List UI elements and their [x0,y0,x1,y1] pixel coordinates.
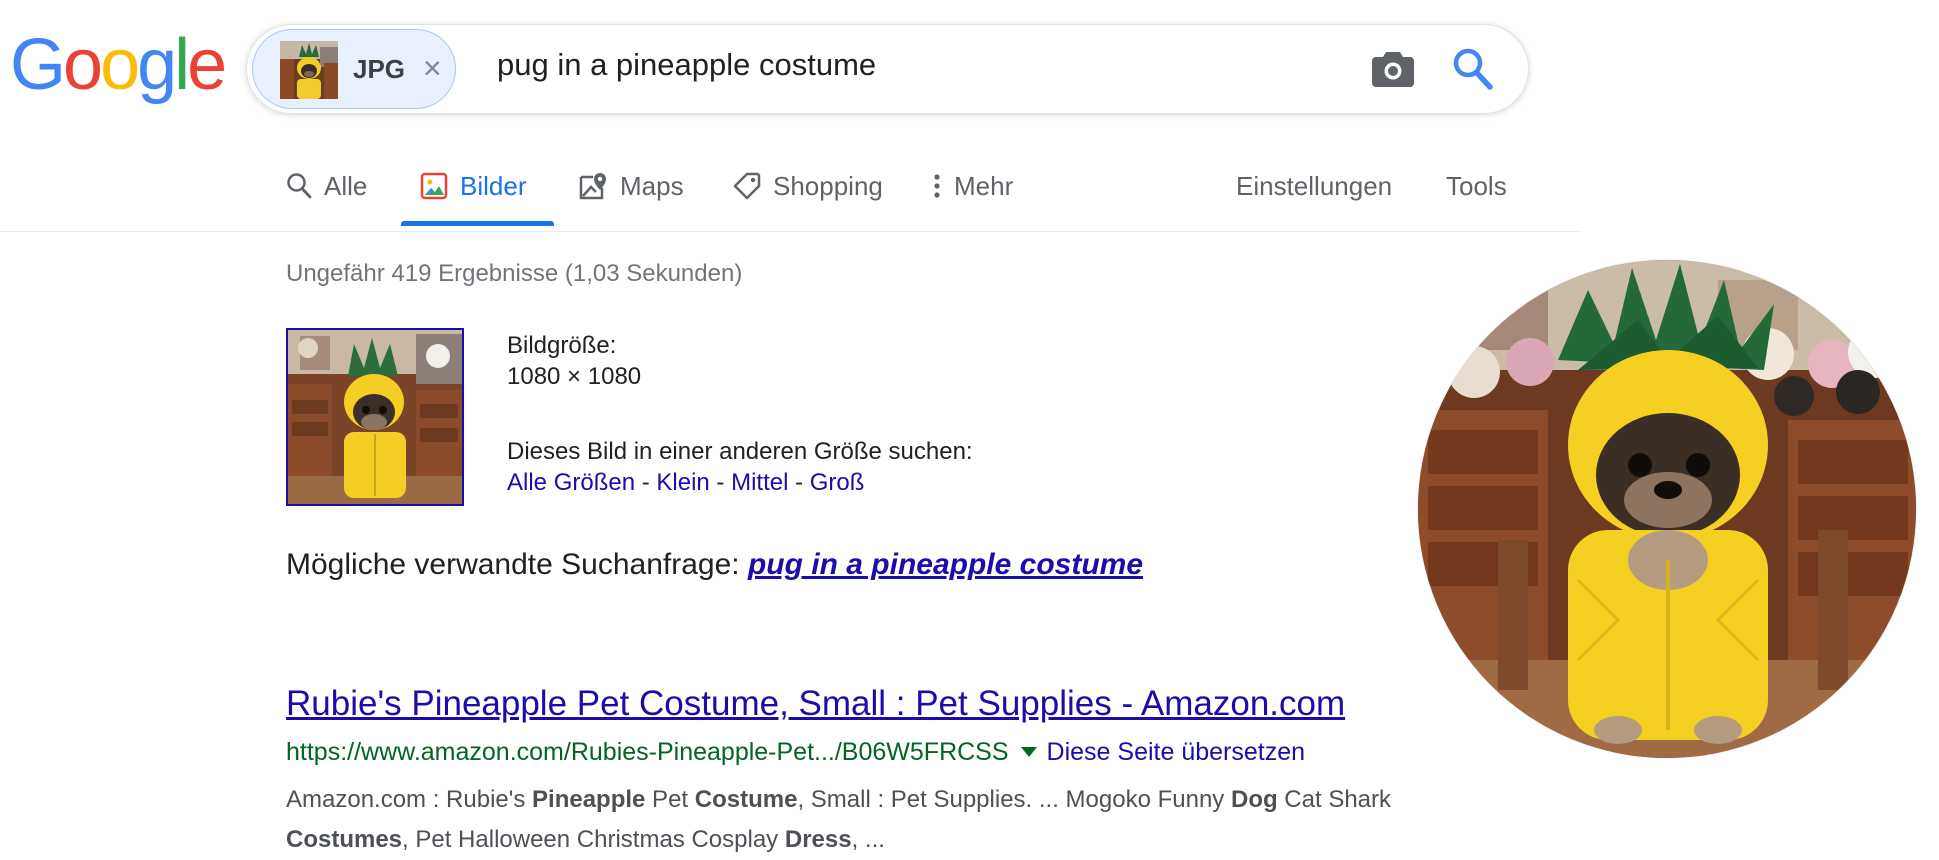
result-title-link[interactable]: Rubie's Pineapple Pet Costume, Small : P… [286,684,1345,724]
caret-down-icon[interactable] [1020,747,1037,758]
tab-einstellungen[interactable]: Einstellungen [1236,166,1392,206]
search-icon[interactable] [1452,47,1494,91]
logo-letter: e [187,25,227,105]
tab-mehr-label: Mehr [954,170,1014,201]
query-image-thumbnail[interactable] [286,328,464,506]
related-search: Mögliche verwandte Suchanfrage: pug in a… [286,548,1143,582]
snippet-text: , ... [851,826,885,853]
size-separator: - [635,469,657,496]
pug-preview-image [1418,260,1916,758]
tab-bilder[interactable]: Bilder [420,166,526,206]
snippet-highlight: Costume [694,786,798,813]
tab-shopping-label: Shopping [773,170,883,201]
snippet-text: , Small : Pet Supplies. ... Mogoko Funny [797,786,1231,813]
snippet-text: Pet [645,786,695,813]
tab-bilder-label: Bilder [460,170,527,201]
search-box[interactable]: JPG × pug in a pineapple costume [246,24,1529,114]
size-separator: - [788,469,810,496]
tab-maps[interactable]: Maps [578,166,684,206]
tab-alle[interactable]: Alle [286,166,367,206]
result-stats: Ungefähr 419 Ergebnisse (1,03 Sekunden) [286,260,743,287]
snippet-text: , Pet Halloween Christmas Cosplay [402,826,785,853]
size-separator: - [709,469,732,496]
size-link-all[interactable]: Alle Größen [507,469,635,496]
image-size-label: Bildgröße: [507,332,617,359]
related-search-link[interactable]: pug in a pineapple costume [748,548,1143,581]
tag-icon [733,172,761,200]
more-vert-icon [934,174,940,198]
snippet-text: Amazon.com : Rubie's [286,786,533,813]
tab-einstellungen-label: Einstellungen [1236,170,1393,201]
result-url: https://www.amazon.com/Rubies-Pineapple-… [286,738,1009,766]
search-input[interactable]: pug in a pineapple costume [497,47,876,83]
logo-letter: l [174,25,190,105]
snippet-highlight: Dog [1230,786,1278,813]
close-icon[interactable]: × [423,48,442,88]
magnifier-icon [287,173,312,199]
map-pin-icon [579,173,606,200]
snippet-highlight: Pineapple [532,786,646,813]
logo-letter: o [63,25,103,105]
snippet-text: Cat Shark [1277,786,1392,813]
search-tabs: Alle Bilder Maps Shopping Mehr Einstellu… [0,150,1582,232]
result-snippet: Amazon.com : Rubie's Pineapple Pet Costu… [286,780,1516,860]
camera-icon[interactable] [1371,49,1415,89]
size-link-medium[interactable]: Mittel [731,469,788,496]
snippet-highlight: Costumes [286,826,403,853]
translate-link[interactable]: Diese Seite übersetzen [1047,738,1305,766]
chip-label: JPG [353,54,406,84]
other-size-label: Dieses Bild in einer anderen Größe suche… [507,438,973,465]
image-icon [420,172,448,200]
tab-tools-label: Tools [1446,170,1507,201]
active-tab-indicator [401,221,554,226]
tab-maps-label: Maps [620,170,684,201]
snippet-highlight: Dress [784,826,852,853]
image-search-chip[interactable]: JPG × [252,29,456,109]
size-links: Alle Größen - Klein - Mittel - Groß [507,467,864,498]
tab-mehr[interactable]: Mehr [932,166,1013,206]
google-logo[interactable]: Google [10,25,227,105]
size-link-small[interactable]: Klein [656,469,709,496]
logo-letter: g [137,25,177,105]
tab-shopping[interactable]: Shopping [733,166,883,206]
size-link-large[interactable]: Groß [810,469,865,496]
tab-tools[interactable]: Tools [1446,166,1507,206]
chip-thumbnail [280,41,338,99]
logo-letter: G [10,25,66,105]
image-size-value: 1080 × 1080 [507,363,642,390]
tab-alle-label: Alle [324,170,368,201]
logo-letter: o [100,25,140,105]
related-search-label: Mögliche verwandte Suchanfrage: [286,548,748,581]
result-url-line: https://www.amazon.com/Rubies-Pineapple-… [286,738,1305,767]
